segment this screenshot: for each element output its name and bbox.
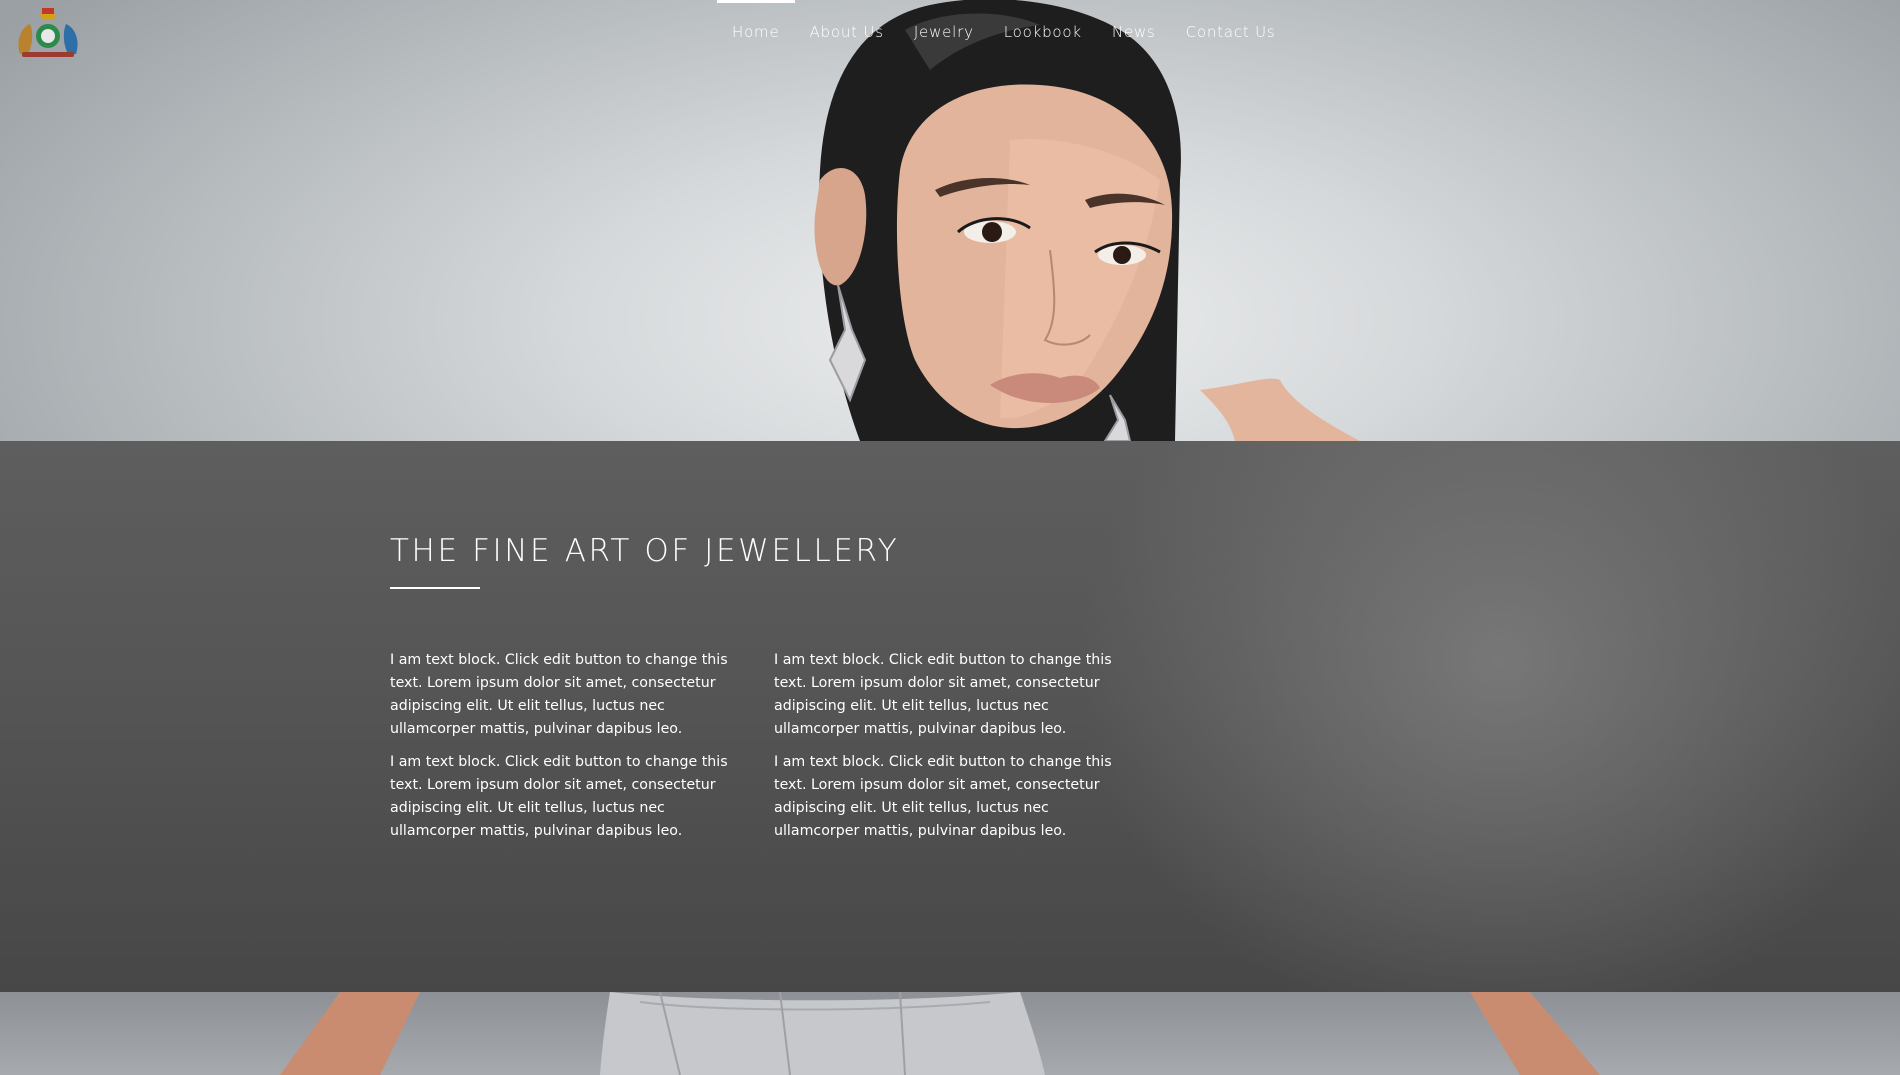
text-block: I am text block. Click edit button to ch… (390, 754, 728, 839)
text-block: I am text block. Click edit button to ch… (390, 652, 728, 737)
lower-hero-photo (0, 992, 1900, 1075)
text-block: I am text block. Click edit button to ch… (774, 652, 1112, 737)
text-column-left: I am text block. Click edit button to ch… (390, 649, 748, 853)
nav-item-about-us[interactable]: About Us (795, 0, 899, 64)
intro-section: THE FINE ART OF JEWELLERY I am text bloc… (0, 441, 1900, 992)
main-navigation: Home About Us Jewelry Lookbook News Cont… (717, 0, 1291, 64)
text-block: I am text block. Click edit button to ch… (774, 754, 1112, 839)
hero-model-photo (814, 0, 1360, 441)
nav-item-jewelry[interactable]: Jewelry (899, 0, 989, 64)
nav-item-contact-us[interactable]: Contact Us (1171, 0, 1291, 64)
nav-item-lookbook[interactable]: Lookbook (989, 0, 1097, 64)
nav-item-home[interactable]: Home (717, 0, 795, 64)
section-title: THE FINE ART OF JEWELLERY (390, 533, 900, 569)
royal-crest-logo-icon[interactable] (12, 6, 84, 60)
nav-item-news[interactable]: News (1097, 0, 1171, 64)
model-dress-photo (280, 992, 1600, 1075)
text-column-right: I am text block. Click edit button to ch… (774, 649, 1132, 853)
page: Home About Us Jewelry Lookbook News Cont… (0, 0, 1900, 1075)
title-divider (390, 587, 480, 589)
hero-banner: Home About Us Jewelry Lookbook News Cont… (0, 0, 1900, 441)
